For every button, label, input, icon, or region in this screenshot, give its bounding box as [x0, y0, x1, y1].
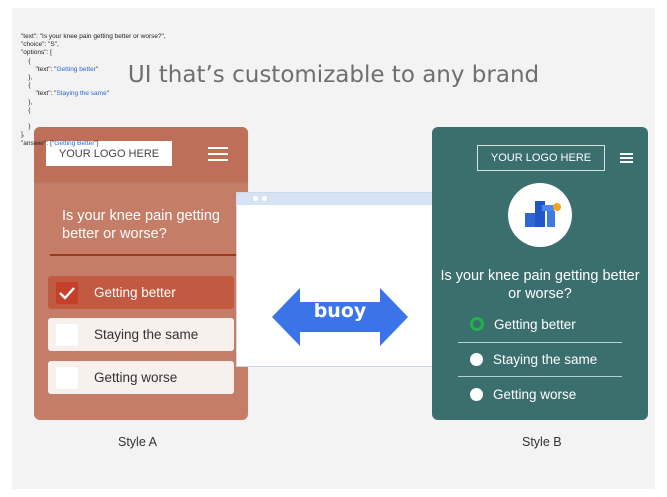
style-b-option-staying-the-same[interactable]: Staying the same	[456, 342, 622, 376]
option-label: Getting better	[494, 316, 576, 332]
option-label: Staying the same	[94, 327, 199, 342]
brand-avatar-icon	[508, 183, 572, 247]
style-b-phone: YOUR LOGO HERE Is your knee pain getting…	[432, 127, 648, 420]
menu-icon[interactable]	[620, 153, 633, 163]
checkbox-icon[interactable]	[56, 323, 78, 346]
option-label: Getting better	[94, 285, 176, 300]
style-a-option-getting-better[interactable]: Getting better	[48, 276, 234, 309]
style-a-question: Is your knee pain getting better or wors…	[62, 208, 220, 242]
style-b-option-getting-better[interactable]: Getting better	[456, 307, 622, 341]
style-b-option-getting-worse[interactable]: Getting worse	[456, 377, 622, 411]
radio-icon[interactable]	[470, 352, 483, 366]
menu-icon[interactable]	[208, 147, 228, 161]
style-a-option-staying-the-same[interactable]: Staying the same	[48, 318, 234, 351]
option-label: Getting worse	[94, 370, 178, 385]
style-a-option-getting-worse[interactable]: Getting worse	[48, 361, 234, 394]
radio-selected-icon[interactable]	[470, 317, 484, 331]
style-a-phone: YOUR LOGO HERE Is your knee pain getting…	[34, 127, 248, 420]
style-b-caption: Style B	[522, 435, 562, 449]
code-window-titlebar	[237, 193, 445, 205]
option-label: Staying the same	[493, 351, 598, 367]
style-b-logo-placeholder: YOUR LOGO HERE	[477, 145, 605, 171]
checkbox-icon[interactable]	[56, 366, 78, 389]
option-label: Getting worse	[493, 386, 577, 402]
checkbox-checked-icon[interactable]	[56, 281, 78, 304]
json-code: "text": "Is your knee pain getting bette…	[21, 33, 166, 147]
radio-icon[interactable]	[470, 387, 483, 401]
buoy-logo: buoy	[313, 300, 367, 322]
style-a-question-divider	[50, 254, 238, 256]
style-b-question: Is your knee pain getting better or wors…	[440, 268, 640, 302]
style-a-caption: Style A	[118, 435, 157, 449]
